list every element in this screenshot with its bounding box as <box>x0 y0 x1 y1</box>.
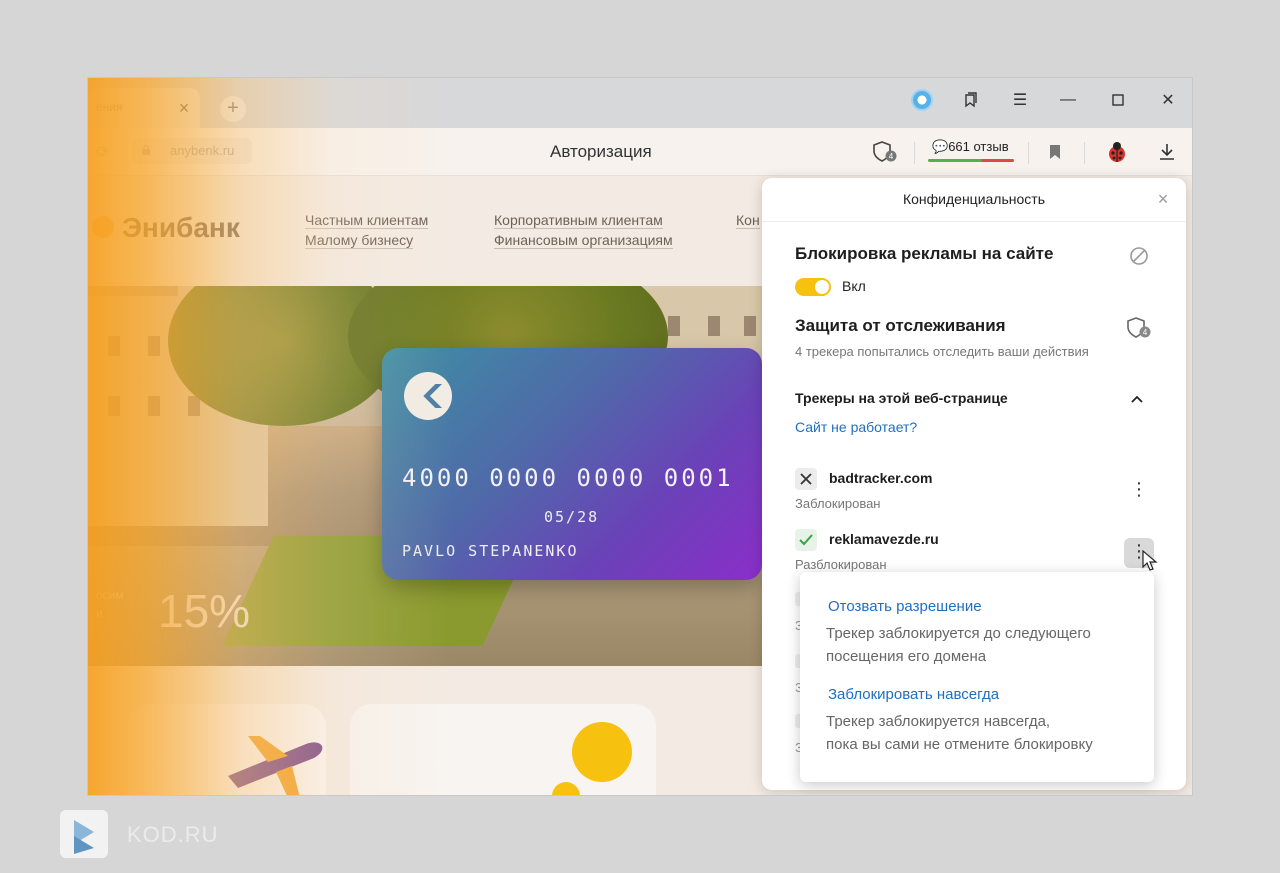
card-number: 4000 0000 0000 0001 <box>402 464 734 492</box>
revoke-description-1: Трекер заблокируется до следующего <box>826 625 1091 642</box>
panel-header: Конфиденциальность × <box>762 178 1186 222</box>
speech-bubble-icon: 💬 <box>932 139 949 154</box>
nav-link-financial[interactable]: Финансовым организациям <box>494 232 673 249</box>
card-expiry: 05/28 <box>544 508 600 526</box>
block-description-2: пока вы сами не отмените блокировку <box>826 736 1093 753</box>
lock-icon <box>142 144 150 155</box>
promo-percent: 15% <box>158 585 251 637</box>
promo-caption: осим и <box>96 588 124 620</box>
toolbar-divider <box>1028 142 1029 164</box>
protect-button[interactable]: 4 <box>870 138 900 166</box>
revoke-permission-item[interactable]: Отозвать разрешение <box>828 598 982 615</box>
shield-icon: 4 <box>1127 317 1151 338</box>
block-forever-item[interactable]: Заблокировать навсегда <box>828 686 999 703</box>
chevron-up-icon <box>1131 395 1143 403</box>
minimize-button[interactable]: — <box>1048 83 1088 117</box>
brand-name: Энибанк <box>122 212 240 243</box>
address-text: anybenk.ru <box>170 143 235 158</box>
shield-icon: 4 <box>873 141 897 162</box>
reload-icon[interactable]: ⟳ <box>96 142 116 162</box>
watermark-text: KOD.RU <box>127 822 219 847</box>
bookmark-button[interactable] <box>1040 138 1070 166</box>
panel-title: Конфиденциальность <box>902 191 1045 207</box>
site-broken-link[interactable]: Сайт не работает? <box>795 419 917 435</box>
tracker-domain: badtracker.com <box>829 470 933 486</box>
page-heading: Авторизация <box>550 142 652 161</box>
revoke-description-2: посещения его домена <box>826 648 987 665</box>
trackers-section-title: Трекеры на этой веб-странице <box>795 390 1008 406</box>
more-vertical-icon: ⋮ <box>1130 479 1148 499</box>
tracker-badge: 4 <box>889 152 894 161</box>
card-logo-icon <box>404 372 452 420</box>
tracker-more-button[interactable]: ⋮ <box>1124 476 1154 506</box>
hamburger-icon: ☰ <box>1012 92 1028 109</box>
tracker-context-menu: Отозвать разрешение Трекер заблокируется… <box>800 572 1154 782</box>
menu-button[interactable]: ☰ <box>1000 83 1040 117</box>
maximize-button[interactable] <box>1098 83 1138 117</box>
nav-link-private[interactable]: Частным клиентам <box>305 212 429 229</box>
ad-block-state: Вкл <box>842 278 866 294</box>
tracking-protection-title: Защита от отслеживания <box>795 316 1006 335</box>
tracking-description: 4 трекера попытались отследить ваши дейс… <box>795 344 1089 359</box>
nav-link-contacts[interactable]: Кон <box>736 212 760 229</box>
tracker-domain: reklamavezde.ru <box>829 531 939 547</box>
tab-close-icon[interactable]: × <box>174 98 194 118</box>
check-icon <box>799 534 813 546</box>
downloads-button[interactable] <box>1152 138 1182 166</box>
toolbar-divider <box>914 142 915 164</box>
ladybug-icon <box>1109 142 1125 162</box>
close-window-button[interactable]: ✕ <box>1148 83 1188 117</box>
ad-block-icon <box>1130 247 1148 265</box>
nav-link-corporate[interactable]: Корпоративным клиентам <box>494 212 663 229</box>
extension-button[interactable] <box>1102 138 1132 166</box>
reviews-label: 661 отзыв <box>948 139 1009 154</box>
collapse-button[interactable] <box>1126 388 1148 410</box>
tracker-allowed-icon <box>795 529 817 551</box>
airplane-icon <box>228 736 323 795</box>
new-tab-button[interactable]: + <box>220 96 246 122</box>
cross-icon <box>800 473 812 485</box>
collections-icon <box>965 92 977 108</box>
panel-tracker-badge: 4 <box>1143 328 1148 337</box>
bank-card: 4000 0000 0000 0001 05/28 PAVLO STEPANEN… <box>382 348 762 580</box>
reviews-button[interactable]: 💬661 отзыв <box>926 137 1018 163</box>
toolbar-divider <box>1084 142 1085 164</box>
maximize-icon <box>1112 94 1124 106</box>
tracker-status: Разблокирован <box>795 557 887 572</box>
reviews-rating-bar <box>928 159 1014 162</box>
ad-block-toggle[interactable] <box>795 278 831 296</box>
coin-icon <box>572 722 632 782</box>
tracker-blocked-icon <box>795 468 817 490</box>
alice-icon <box>913 91 931 109</box>
tracker-status: Заблокирован <box>795 496 881 511</box>
watermark-logo-icon <box>60 810 108 858</box>
card-holder: PAVLO STEPANENKO <box>402 542 579 560</box>
title-bar: ения × + ☰ — ✕ <box>88 78 1192 128</box>
mouse-cursor-icon <box>1142 550 1158 571</box>
brand-logo-icon <box>92 216 114 238</box>
close-icon: ✕ <box>1161 92 1175 109</box>
download-icon <box>1160 144 1174 160</box>
browser-window: ения × + ☰ — ✕ ⟳ anybenk.ru Авторизация … <box>88 78 1192 795</box>
tab-title: ения <box>96 100 123 114</box>
tabs-collection-button[interactable] <box>950 83 990 117</box>
browser-tab[interactable]: ения × <box>88 88 200 128</box>
ad-block-title: Блокировка рекламы на сайте <box>795 244 1054 263</box>
panel-close-icon[interactable]: × <box>1152 188 1174 210</box>
block-description-1: Трекер заблокируется навсегда, <box>826 713 1051 730</box>
minimize-icon: — <box>1060 91 1076 108</box>
toolbar: ⟳ anybenk.ru Авторизация 4 💬661 отзыв <box>88 128 1192 176</box>
alice-button[interactable] <box>902 83 942 117</box>
nav-link-small-business[interactable]: Малому бизнесу <box>305 232 414 249</box>
bookmark-icon <box>1050 145 1060 159</box>
